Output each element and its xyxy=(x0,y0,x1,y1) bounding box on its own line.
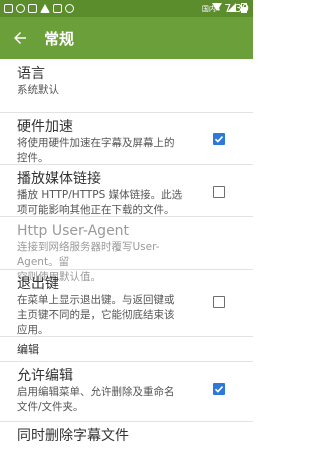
setting-play-media-links[interactable]: 播放媒体链接 播放 HTTP/HTTPS 媒体链接。此选 项可能影响其他正在下载… xyxy=(0,164,253,216)
setting-summary: 播放 HTTP/HTTPS 媒体链接。此选 项可能影响其他正在下载的文件。 xyxy=(17,189,183,216)
setting-delete-subtitles[interactable]: 同时删除字幕文件 xyxy=(0,421,253,451)
setting-http-user-agent[interactable]: Http User-Agent 连接到网络服务器时覆写User-Agent。留 … xyxy=(0,216,253,283)
warning-icon xyxy=(40,4,50,13)
setting-summary: 启用编辑菜单、允许删除及重命名 文件/文件夹。 xyxy=(17,386,175,413)
notification-icon xyxy=(28,4,37,13)
exit-key-checkbox[interactable] xyxy=(213,296,225,308)
setting-summary: 在菜单上显示退出键。与返回键或 主页键不同的是，它能彻底结束该 应用。 xyxy=(17,294,175,336)
setting-title: 同时删除字幕文件 xyxy=(17,428,129,444)
setting-title: 退出键 xyxy=(17,276,59,292)
notification-icon xyxy=(65,4,74,13)
setting-title: 允许编辑 xyxy=(17,368,73,384)
notification-icons xyxy=(0,4,74,13)
settings-list: 语言 系统默认 硬件加速 将使用硬件加速在字幕及屏幕上的 控件。 播放媒体链接 … xyxy=(0,59,253,451)
signal-icon xyxy=(227,3,236,12)
notification-icon xyxy=(53,4,62,13)
setting-summary: 将使用硬件加速在字幕及屏幕上的 控件。 xyxy=(17,137,175,164)
setting-summary: 系统默认 xyxy=(17,84,59,96)
setting-hardware-acceleration[interactable]: 硬件加速 将使用硬件加速在字幕及屏幕上的 控件。 xyxy=(0,112,253,164)
setting-title: 语言 xyxy=(17,66,45,82)
wifi-icon xyxy=(212,3,222,11)
setting-language[interactable]: 语言 系统默认 xyxy=(0,59,253,112)
page-title: 常规 xyxy=(44,29,75,48)
battery-icon xyxy=(241,3,247,13)
setting-title: Http User-Agent xyxy=(17,223,130,239)
status-bar: 国内4 7:39 xyxy=(0,0,253,17)
back-button[interactable] xyxy=(0,17,40,59)
notification-icon xyxy=(4,4,13,13)
check-icon xyxy=(214,136,224,143)
hardware-acceleration-checkbox[interactable] xyxy=(213,133,225,145)
setting-allow-edit[interactable]: 允许编辑 启用编辑菜单、允许删除及重命名 文件/文件夹。 xyxy=(0,361,253,421)
notification-icon xyxy=(16,4,25,13)
setting-title: 播放媒体链接 xyxy=(17,171,101,187)
section-header: 编辑 xyxy=(0,336,253,361)
allow-edit-checkbox[interactable] xyxy=(213,383,225,395)
section-title-edit: 编辑 xyxy=(17,342,39,356)
setting-exit-key[interactable]: 退出键 在菜单上显示退出键。与返回键或 主页键不同的是，它能彻底结束该 应用。 xyxy=(0,269,253,336)
divider xyxy=(0,336,253,337)
toolbar: 常规 xyxy=(0,17,253,59)
check-icon xyxy=(214,386,224,393)
arrow-left-icon xyxy=(14,32,26,44)
play-media-links-checkbox[interactable] xyxy=(213,186,225,198)
setting-title: 硬件加速 xyxy=(17,119,73,135)
